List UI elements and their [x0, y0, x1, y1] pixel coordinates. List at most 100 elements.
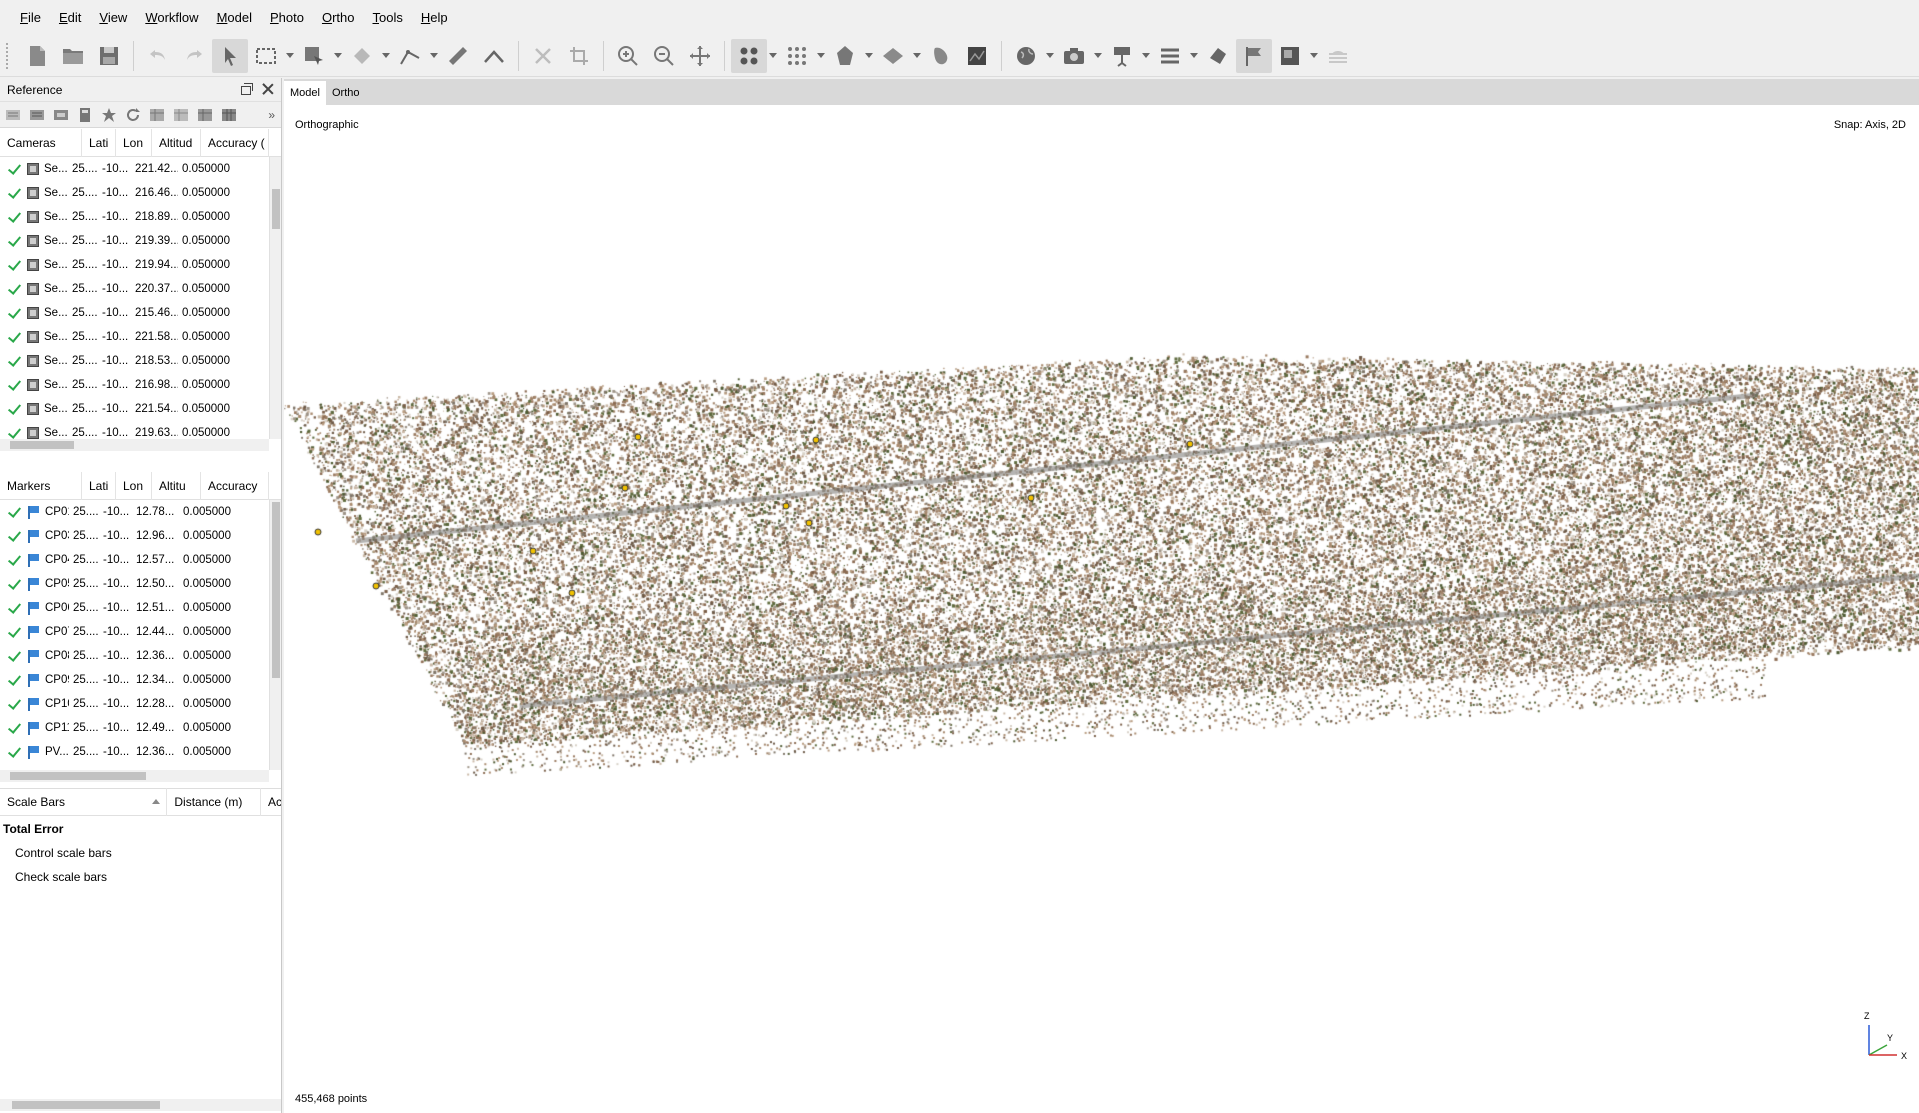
mesh-icon[interactable] — [827, 39, 863, 73]
enabled-checkbox[interactable] — [7, 505, 21, 519]
polyline-dropdown-caret[interactable] — [428, 39, 440, 73]
redo-icon[interactable] — [176, 39, 212, 73]
zoom-in-icon[interactable] — [610, 39, 646, 73]
move-object-icon[interactable] — [682, 39, 718, 73]
enabled-checkbox[interactable] — [7, 601, 21, 615]
camera-icon[interactable] — [1056, 39, 1092, 73]
ortho-icon[interactable] — [1272, 39, 1308, 73]
table-row[interactable]: Se... 25.... -10... 219.39... 0.050000 — [0, 229, 281, 253]
menu-help[interactable]: Help — [412, 0, 457, 35]
table-row[interactable]: PV... 25.... -10... 12.36... 0.005000 — [0, 740, 281, 764]
dense-cloud-dropdown-caret[interactable] — [815, 39, 827, 73]
ortho-dropdown-caret[interactable] — [1308, 39, 1320, 73]
delete-icon[interactable] — [525, 39, 561, 73]
view-source-icon[interactable] — [148, 106, 166, 124]
column-header-accuracy[interactable]: Acc — [261, 788, 281, 816]
texture-icon[interactable] — [923, 39, 959, 73]
enabled-checkbox[interactable] — [7, 673, 21, 687]
enabled-checkbox[interactable] — [7, 330, 21, 344]
table-row[interactable]: Se... 25.... -10... 215.46... 0.050000 — [0, 301, 281, 325]
open-folder-icon[interactable] — [55, 39, 91, 73]
column-header-markers[interactable]: Markers — [0, 471, 82, 500]
close-icon[interactable] — [261, 82, 275, 96]
table-row[interactable]: CP05 25.... -10... 12.50... 0.005000 — [0, 572, 281, 596]
menu-model[interactable]: Model — [208, 0, 261, 35]
camera-dropdown-caret[interactable] — [1092, 39, 1104, 73]
zoom-out-icon[interactable] — [646, 39, 682, 73]
enabled-checkbox[interactable] — [7, 649, 21, 663]
cameras-vertical-scrollbar[interactable] — [269, 157, 281, 439]
shapes-icon[interactable] — [1200, 39, 1236, 73]
scale-bars-horizontal-scrollbar[interactable] — [0, 1099, 281, 1111]
enabled-checkbox[interactable] — [7, 745, 21, 759]
menu-tools[interactable]: Tools — [364, 0, 412, 35]
table-row[interactable]: CP01 25.... -10... 12.78... 0.005000 — [0, 500, 281, 524]
globe-dropdown-caret[interactable] — [1044, 39, 1056, 73]
enabled-checkbox[interactable] — [7, 721, 21, 735]
table-row[interactable]: Se... 25.... -10... 221.58... 0.050000 — [0, 325, 281, 349]
table-row[interactable]: Se... 25.... -10... 219.94... 0.050000 — [0, 253, 281, 277]
table-row[interactable]: CP09 25.... -10... 12.34... 0.005000 — [0, 668, 281, 692]
polyline-icon[interactable] — [392, 39, 428, 73]
table-row[interactable]: CP11 25.... -10... 12.49... 0.005000 — [0, 716, 281, 740]
more-tools-icon[interactable]: » — [268, 108, 275, 122]
fill-icon[interactable] — [344, 39, 380, 73]
table-row[interactable]: Se... 25.... -10... 218.89... 0.050000 — [0, 205, 281, 229]
table-row[interactable]: Se... 25.... -10... 221.42... 0.050000 — [0, 157, 281, 181]
column-header-longitude[interactable]: Lon — [116, 471, 152, 500]
table-row[interactable]: Se... 25.... -10... 216.98... 0.050000 — [0, 373, 281, 397]
table-row[interactable]: Se... 25.... -10... 220.37... 0.050000 — [0, 277, 281, 301]
enabled-checkbox[interactable] — [7, 625, 21, 639]
menu-edit[interactable]: Edit — [50, 0, 90, 35]
menu-view[interactable]: View — [90, 0, 136, 35]
flag-icon[interactable] — [1236, 38, 1272, 73]
model-viewport[interactable]: Orthographic Snap: Axis, 2D 455,468 poin… — [284, 105, 1919, 1113]
enabled-checkbox[interactable] — [7, 378, 21, 392]
column-header-longitude[interactable]: Lon — [116, 128, 152, 157]
enabled-checkbox[interactable] — [7, 402, 21, 416]
mesh-dropdown-caret[interactable] — [863, 39, 875, 73]
table-row[interactable]: CP10 25.... -10... 12.28... 0.005000 — [0, 692, 281, 716]
update-icon[interactable] — [124, 106, 142, 124]
enabled-checkbox[interactable] — [7, 162, 21, 176]
control-scale-bars-row[interactable]: Control scale bars — [15, 846, 112, 860]
tiled-model-dropdown-caret[interactable] — [911, 39, 923, 73]
import-reference-icon[interactable] — [4, 106, 22, 124]
view-variance-icon[interactable] — [220, 106, 238, 124]
enabled-checkbox[interactable] — [7, 306, 21, 320]
navigation-arrow-icon[interactable] — [212, 38, 248, 73]
enabled-checkbox[interactable] — [7, 426, 21, 440]
globe-icon[interactable] — [1008, 39, 1044, 73]
column-header-latitude[interactable]: Lati — [82, 471, 116, 500]
toolbar-grip[interactable] — [6, 42, 11, 69]
layers-icon[interactable] — [1320, 39, 1356, 73]
menu-file[interactable]: File — [11, 0, 50, 35]
markers-icon[interactable] — [1104, 39, 1140, 73]
column-header-cameras[interactable]: Cameras — [0, 128, 82, 157]
new-document-icon[interactable] — [19, 39, 55, 73]
enabled-checkbox[interactable] — [7, 577, 21, 591]
tab-ortho[interactable]: Ortho — [326, 81, 366, 105]
markers-horizontal-scrollbar[interactable] — [0, 770, 269, 782]
table-row[interactable]: Se... 25.... -10... 218.53... 0.050000 — [0, 349, 281, 373]
point-cloud-icon[interactable] — [731, 38, 767, 73]
tab-model[interactable]: Model — [284, 81, 326, 105]
point-cloud-dropdown-caret[interactable] — [767, 39, 779, 73]
column-header-scale-bars[interactable]: Scale Bars — [0, 788, 168, 816]
undo-icon[interactable] — [140, 39, 176, 73]
table-row[interactable]: CP08 25.... -10... 12.36... 0.005000 — [0, 644, 281, 668]
shape-tool-icon[interactable] — [296, 39, 332, 73]
table-row[interactable]: Se... 25.... -10... 216.46... 0.050000 — [0, 181, 281, 205]
show-aligned-icon[interactable] — [1152, 39, 1188, 73]
enabled-checkbox[interactable] — [7, 553, 21, 567]
enabled-checkbox[interactable] — [7, 234, 21, 248]
export-reference-icon[interactable] — [28, 106, 46, 124]
ruler-icon[interactable] — [440, 39, 476, 73]
rectangle-selection-icon[interactable] — [248, 39, 284, 73]
crop-icon[interactable] — [561, 39, 597, 73]
menu-ortho[interactable]: Ortho — [313, 0, 364, 35]
column-header-accuracy[interactable]: Accuracy ( — [201, 128, 269, 157]
tiled-model-icon[interactable] — [875, 39, 911, 73]
point-cloud-render[interactable] — [284, 105, 1919, 1113]
save-icon[interactable] — [91, 39, 127, 73]
